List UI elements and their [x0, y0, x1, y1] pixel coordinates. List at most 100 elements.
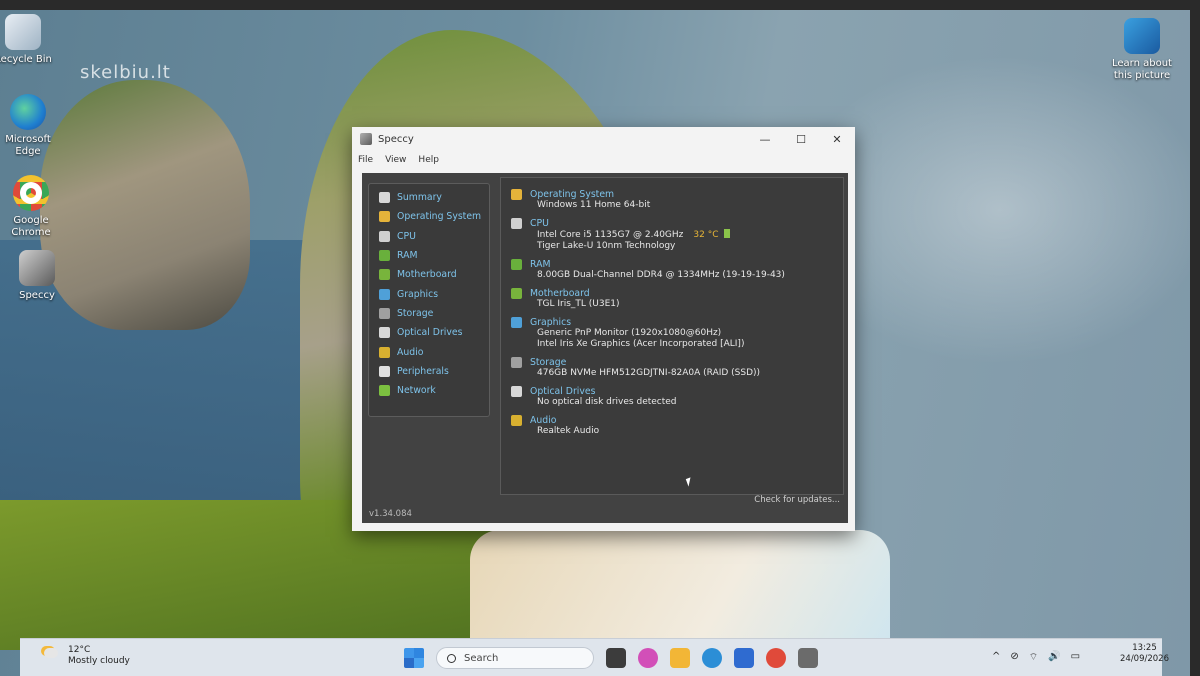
sidebar-item-peripherals[interactable]: Peripherals — [369, 362, 489, 381]
desktop-icon-label: Microsoft Edge — [5, 134, 51, 157]
close-button[interactable]: ✕ — [819, 133, 855, 146]
section-storage: Storage 476GB NVMe HFM512GDJTNI-82A0A (RA… — [511, 356, 843, 379]
mouse-cursor — [685, 477, 694, 487]
sidebar-item-ram[interactable]: RAM — [369, 246, 489, 265]
summary-panel: Operating System Windows 11 Home 64-bit CP… — [500, 177, 844, 495]
weather-widget[interactable]: 12°C Mostly cloudy — [44, 645, 130, 667]
windows-icon — [511, 188, 522, 200]
chrome-icon — [13, 175, 49, 211]
desktop-chrome[interactable]: Google Chrome — [0, 175, 66, 239]
speccy-icon[interactable] — [798, 648, 818, 668]
sidebar-item-operating-system[interactable]: Operating System — [369, 207, 489, 226]
sidebar-item-motherboard[interactable]: Motherboard — [369, 265, 489, 284]
windows-icon — [379, 211, 390, 223]
system-tray: ^ ⊘ ⌔ 🔊 ▭ — [992, 651, 1090, 664]
wallpaper-beach — [470, 530, 890, 650]
sidebar-item-storage[interactable]: Storage — [369, 304, 489, 323]
speccy-icon — [19, 250, 55, 286]
weather-cloudy-icon — [44, 648, 58, 658]
sidebar-item-cpu[interactable]: CPU — [369, 227, 489, 246]
sidebar-item-network[interactable]: Network — [369, 381, 489, 400]
store-icon[interactable] — [734, 648, 754, 668]
section-heading[interactable]: Operating System — [511, 188, 843, 200]
title-bar[interactable]: Speccy — ☐ ✕ — [352, 127, 855, 151]
learn-about-picture[interactable]: Learn about this picture — [1106, 18, 1178, 82]
sidebar: Summary Operating System CPU RAM Motherboard… — [368, 183, 490, 417]
menu-view[interactable]: View — [385, 155, 406, 165]
picture-info-icon — [1124, 18, 1160, 54]
weather-temp: 12°C — [68, 645, 91, 655]
start-button[interactable] — [404, 648, 424, 668]
section-title: Operating System — [530, 188, 615, 200]
audio-icon — [511, 414, 522, 426]
recycle-bin-icon — [5, 14, 41, 50]
sidebar-item-label: Optical Drives — [397, 327, 463, 339]
section-heading[interactable]: CPU — [511, 217, 843, 229]
check-updates-link[interactable]: Check for updates... — [754, 495, 840, 505]
sidebar-item-label: Operating System — [397, 211, 482, 223]
volume-icon[interactable]: 🔊 — [1048, 651, 1060, 664]
sidebar-item-optical-drives[interactable]: Optical Drives — [369, 323, 489, 342]
value-text: TGL Iris_TL (U3E1) — [537, 299, 620, 309]
section-heading[interactable]: RAM — [511, 258, 843, 270]
chrome-icon[interactable] — [766, 648, 786, 668]
taskbar: 12°C Mostly cloudy Search ^ ⊘ ⌔ 🔊 ▭ 13:25 24… — [20, 638, 1169, 676]
section-heading[interactable]: Audio — [511, 414, 843, 426]
section-value: Intel Iris Xe Graphics (Acer Incorporate… — [511, 339, 843, 350]
temperature-gauge-icon — [723, 229, 730, 238]
section-graphics: Graphics Generic PnP Monitor (1920x1080@6… — [511, 316, 843, 350]
desktop-icon-label: Google Chrome — [11, 215, 51, 238]
value-text: Generic PnP Monitor (1920x1080@60Hz) — [537, 328, 722, 338]
section-heading[interactable]: Optical Drives — [511, 385, 843, 397]
sidebar-item-label: Peripherals — [397, 365, 449, 377]
value-text: Intel Core i5 1135G7 @ 2.40GHz — [537, 230, 684, 240]
menu-help[interactable]: Help — [418, 155, 439, 165]
window-title: Speccy — [378, 133, 414, 145]
battery-icon[interactable]: ▭ — [1071, 651, 1080, 664]
section-value: 476GB NVMe HFM512GDJTNI-82A0A (RAID (SSD… — [511, 368, 843, 379]
sidebar-item-graphics[interactable]: Graphics — [369, 284, 489, 303]
section-heading[interactable]: Graphics — [511, 316, 843, 328]
task-view-icon[interactable] — [606, 648, 626, 668]
sidebar-item-audio[interactable]: Audio — [369, 342, 489, 361]
wifi-icon[interactable]: ⌔ — [1029, 651, 1038, 664]
value-text: Realtek Audio — [537, 426, 600, 436]
section-title: RAM — [530, 258, 551, 270]
graphics-icon — [379, 288, 390, 300]
cpu-icon — [379, 230, 390, 242]
desktop-edge[interactable]: Microsoft Edge — [0, 94, 63, 158]
optical-drive-icon — [511, 385, 522, 397]
copilot-icon[interactable] — [638, 648, 658, 668]
taskbar-clock[interactable]: 13:25 24/09/2026 — [1120, 643, 1169, 665]
section-heading[interactable]: Motherboard — [511, 287, 843, 299]
taskbar-apps: Search — [404, 647, 830, 669]
sidebar-item-label: Storage — [397, 307, 434, 319]
section-motherboard: Motherboard TGL Iris_TL (U3E1) — [511, 287, 843, 310]
motherboard-icon — [511, 287, 522, 299]
peripherals-icon — [379, 365, 390, 377]
ram-icon — [379, 250, 390, 262]
file-explorer-icon[interactable] — [670, 648, 690, 668]
sidebar-item-summary[interactable]: Summary — [369, 188, 489, 207]
tray-no-connection-icon[interactable]: ⊘ — [1010, 651, 1018, 664]
desktop-speccy[interactable]: Speccy — [2, 250, 72, 302]
weather-desc: Mostly cloudy — [68, 656, 130, 666]
section-value: No optical disk drives detected — [511, 397, 843, 408]
edge-icon — [10, 94, 46, 130]
desktop-recycle-bin[interactable]: Recycle Bin — [0, 14, 58, 66]
cpu-icon — [511, 217, 522, 229]
menu-file[interactable]: File — [358, 155, 373, 165]
edge-icon[interactable] — [702, 648, 722, 668]
section-heading[interactable]: Storage — [511, 356, 843, 368]
value-text: No optical disk drives detected — [537, 397, 677, 407]
maximize-button[interactable]: ☐ — [783, 133, 819, 146]
storage-icon — [511, 356, 522, 368]
section-title: Audio — [530, 414, 557, 426]
version-label: v1.34.084 — [369, 509, 412, 519]
sidebar-item-label: Summary — [397, 192, 442, 204]
minimize-button[interactable]: — — [747, 133, 783, 146]
search-box[interactable]: Search — [436, 647, 594, 669]
clock-time: 13:25 — [1132, 643, 1157, 653]
tray-overflow-icon[interactable]: ^ — [992, 651, 1000, 664]
section-value: Intel Core i5 1135G7 @ 2.40GHz 32 °C — [511, 229, 843, 241]
